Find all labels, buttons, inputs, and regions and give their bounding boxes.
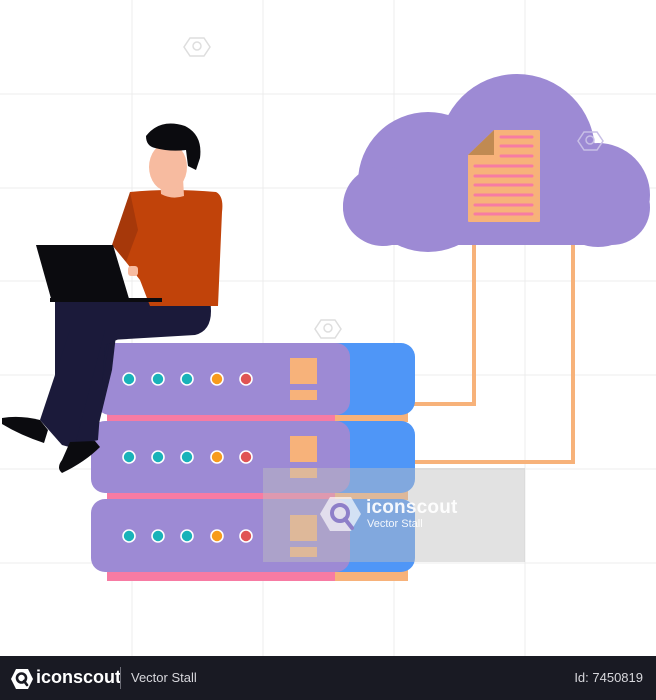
watermark-logo-svg [320,497,361,531]
footer-bar: iconscout Vector Stall Id: 7450819 [0,656,656,700]
footer-divider [120,667,121,689]
footer-author[interactable]: Vector Stall [131,670,197,685]
footer-asset-id: Id: 7450819 [574,670,643,685]
watermark-author: Vector Stall [367,518,423,530]
watermark-brand: iconscout [366,497,458,518]
illustration-canvas: iconscout Vector Stall [0,0,656,656]
watermark-logo-icon [320,497,361,531]
footer-brand[interactable]: iconscout [36,667,121,688]
iconscout-logo-icon[interactable] [11,668,33,690]
